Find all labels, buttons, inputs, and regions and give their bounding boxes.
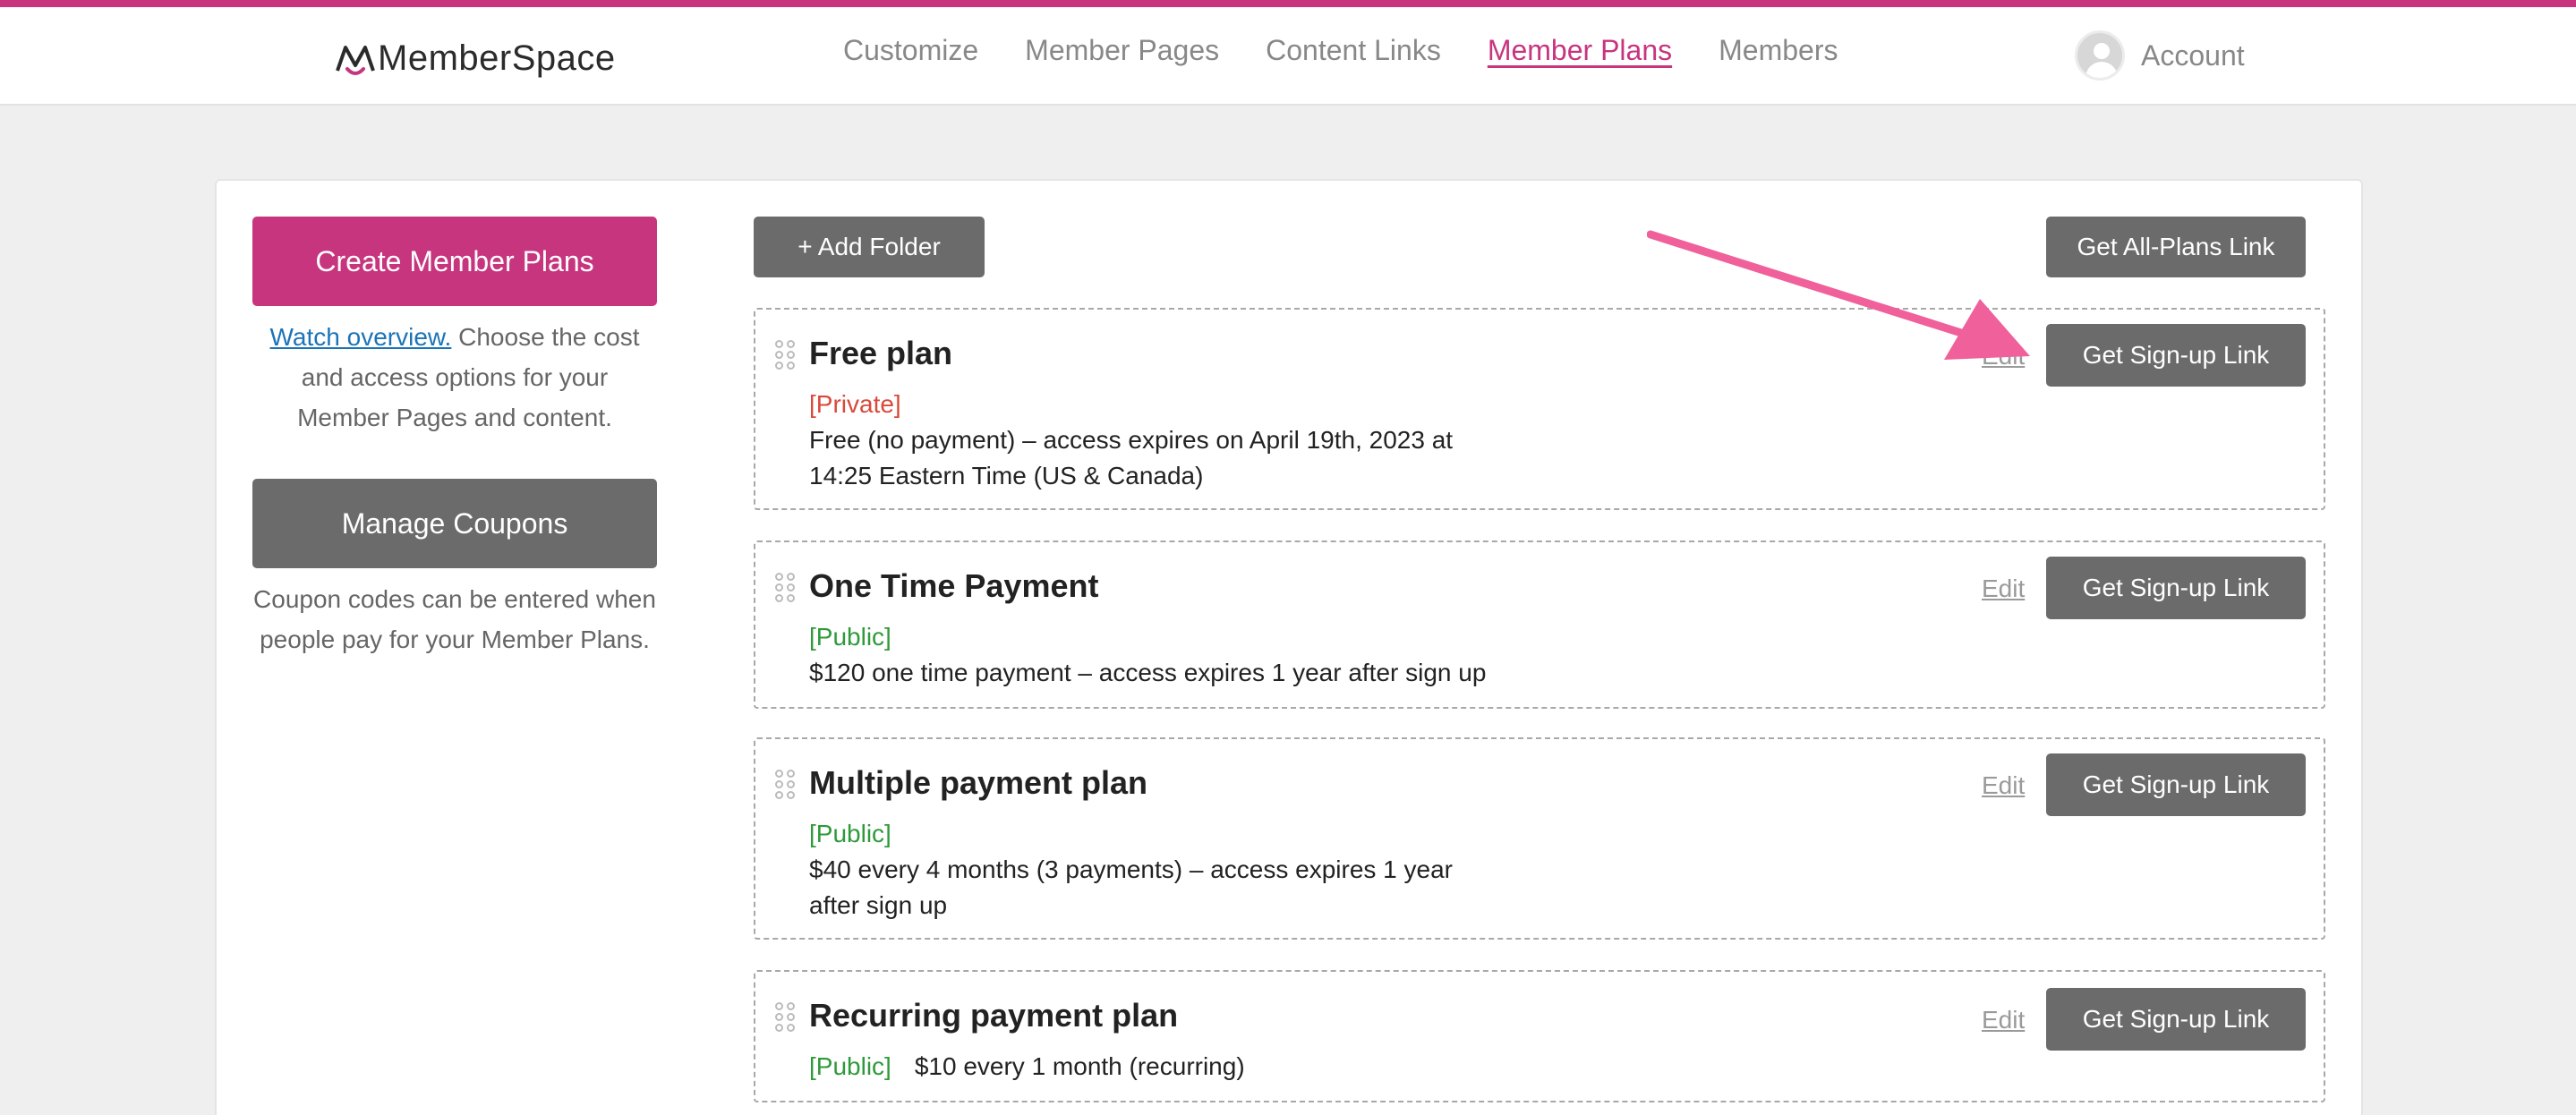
nav-members[interactable]: Members — [1719, 34, 1838, 67]
plan-visibility-badge: [Public] — [809, 623, 891, 651]
watch-overview-link[interactable]: Watch overview. — [270, 323, 452, 351]
plan-visibility-badge: [Public] — [809, 820, 891, 847]
main-nav: Customize Member Pages Content Links Mem… — [843, 34, 1838, 67]
nav-customize[interactable]: Customize — [843, 34, 978, 67]
edit-plan-link[interactable]: Edit — [1982, 342, 2025, 370]
coupons-description: Coupon codes can be entered when people … — [253, 585, 656, 653]
nav-member-plans[interactable]: Member Plans — [1488, 34, 1672, 67]
plan-details: $10 every 1 month (recurring) — [914, 1052, 1245, 1080]
sidebar: Create Member Plans Watch overview. Choo… — [252, 217, 657, 660]
account-menu[interactable]: Account — [2075, 30, 2245, 81]
plan-visibility-badge: [Public] — [809, 1052, 891, 1080]
drag-handle-icon[interactable] — [775, 340, 795, 370]
get-all-plans-link-button[interactable]: Get All-Plans Link — [2046, 217, 2306, 277]
plan-card: One Time Payment [Public] $120 one time … — [754, 540, 2325, 709]
edit-plan-link[interactable]: Edit — [1982, 771, 2025, 800]
get-signup-link-button[interactable]: Get Sign-up Link — [2046, 557, 2306, 619]
nav-content-links[interactable]: Content Links — [1266, 34, 1441, 67]
create-description: Watch overview. Choose the cost and acce… — [252, 317, 657, 438]
drag-handle-icon[interactable] — [775, 573, 795, 602]
header: MemberSpace Customize Member Pages Conte… — [0, 7, 2576, 106]
plan-title: Recurring payment plan — [809, 997, 1179, 1034]
nav-member-pages[interactable]: Member Pages — [1025, 34, 1219, 67]
drag-handle-icon[interactable] — [775, 1002, 795, 1032]
plan-details: Free (no payment) – access expires on Ap… — [809, 426, 1454, 489]
logo-text: MemberSpace — [378, 38, 616, 78]
memberspace-logo-icon — [336, 46, 375, 75]
content-panel: Create Member Plans Watch overview. Choo… — [215, 179, 2363, 1115]
plan-details: $120 one time payment – access expires 1… — [809, 659, 1487, 686]
edit-plan-link[interactable]: Edit — [1982, 1006, 2025, 1034]
plan-card: Free plan [Private] Free (no payment) – … — [754, 308, 2325, 510]
plan-card: Multiple payment plan [Public] $40 every… — [754, 737, 2325, 940]
plan-title: One Time Payment — [809, 567, 1099, 604]
top-accent-bar — [0, 0, 2576, 7]
plan-card: Recurring payment plan [Public] $10 ever… — [754, 970, 2325, 1102]
plan-title: Free plan — [809, 335, 953, 371]
drag-handle-icon[interactable] — [775, 770, 795, 799]
plan-visibility-badge: [Private] — [809, 390, 901, 418]
edit-plan-link[interactable]: Edit — [1982, 575, 2025, 603]
create-member-plans-button[interactable]: Create Member Plans — [252, 217, 657, 306]
plan-details: $40 every 4 months (3 payments) – access… — [809, 855, 1454, 919]
manage-coupons-button[interactable]: Manage Coupons — [252, 479, 657, 568]
logo[interactable]: MemberSpace — [335, 36, 616, 81]
get-signup-link-button[interactable]: Get Sign-up Link — [2046, 753, 2306, 816]
account-label: Account — [2141, 38, 2245, 72]
user-avatar-icon — [2075, 30, 2125, 81]
plan-title: Multiple payment plan — [809, 764, 1148, 801]
get-signup-link-button[interactable]: Get Sign-up Link — [2046, 988, 2306, 1051]
add-folder-button[interactable]: + Add Folder — [754, 217, 985, 277]
get-signup-link-button[interactable]: Get Sign-up Link — [2046, 324, 2306, 387]
